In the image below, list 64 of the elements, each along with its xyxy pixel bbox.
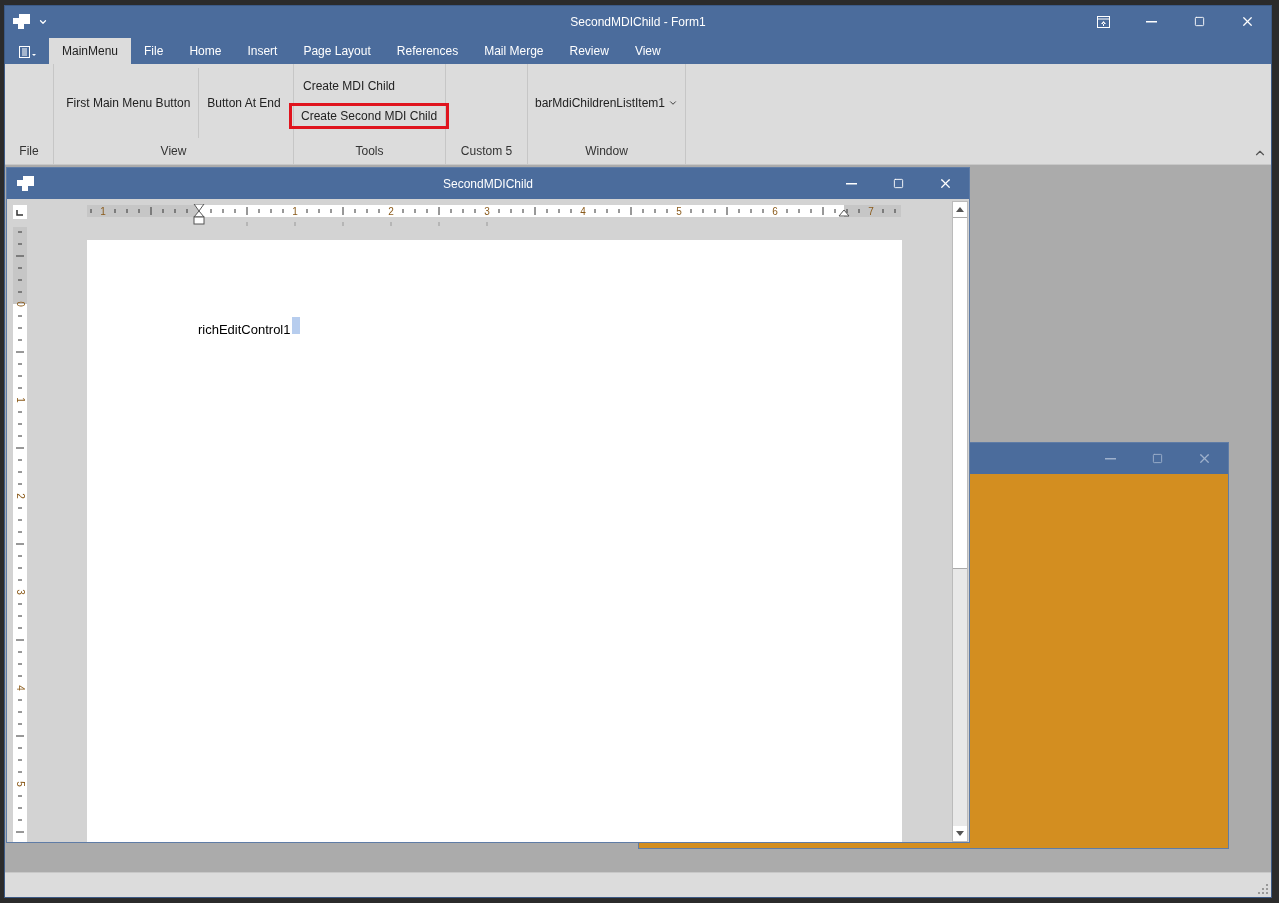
scroll-down-button[interactable]: [953, 826, 967, 841]
ribbon-group-label: Tools: [354, 143, 385, 160]
tab-stop-button[interactable]: [13, 205, 27, 219]
resize-grip-icon[interactable]: [1258, 884, 1268, 894]
scrollbar-track[interactable]: [952, 201, 968, 842]
ruler-number: 0: [15, 301, 27, 307]
ribbon-group-label: View: [159, 143, 188, 160]
window-title: SecondMDIChild - Form1: [569, 14, 707, 29]
horizontal-ruler[interactable]: 1 1 2 3 4 5 6 7: [87, 204, 901, 230]
menu-icon: [19, 46, 37, 58]
up-triangle-icon: [956, 207, 964, 212]
document-page[interactable]: richEditControl1: [87, 240, 902, 842]
ribbon-tab[interactable]: References: [383, 38, 472, 64]
ruler-number: 4: [580, 206, 586, 217]
document-text: richEditControl1: [198, 322, 291, 337]
ribbon-tab[interactable]: Mail Merge: [471, 38, 557, 64]
app-icon: [13, 13, 31, 30]
ribbon-group-label: Custom 5: [459, 143, 514, 160]
minimize-icon: [1105, 457, 1116, 460]
ruler-number: 5: [15, 781, 27, 787]
child-window-titlebar[interactable]: SecondMDIChild: [7, 168, 969, 199]
ruler-number: 1: [292, 206, 298, 217]
ribbon-button[interactable]: Create MDI Child: [294, 76, 405, 96]
indent-marker-icon[interactable]: [838, 209, 850, 217]
minimize-icon: [1145, 20, 1157, 23]
minimize-icon: [846, 182, 857, 185]
scrollbar-thumb[interactable]: [953, 217, 967, 569]
app-icon: [17, 175, 35, 192]
ribbon-display-icon: [1096, 15, 1110, 28]
ribbon-tab[interactable]: View: [621, 38, 674, 64]
child-window-title: SecondMDIChild: [441, 176, 534, 191]
close-icon: [938, 176, 953, 191]
maximize-icon: [1152, 453, 1163, 464]
vertical-ruler[interactable]: 0 1 2 3 4 5: [13, 227, 27, 842]
scroll-up-button[interactable]: [953, 202, 967, 217]
ribbon-tab[interactable]: Home: [176, 38, 235, 64]
text-selection: [291, 317, 300, 334]
ribbon-button[interactable]: First Main Menu Button: [58, 68, 200, 138]
ruler-number: 1: [100, 206, 106, 217]
ribbon-tab[interactable]: MainMenu: [49, 38, 132, 64]
ruler-number: 5: [676, 206, 682, 217]
ruler-number: 6: [772, 206, 778, 217]
ruler-number: 2: [15, 493, 27, 499]
ruler-number: 4: [15, 685, 27, 691]
ruler-number: 3: [484, 206, 490, 217]
maximize-icon: [1193, 16, 1205, 27]
ribbon-button[interactable]: Button At End: [199, 68, 289, 138]
close-icon: [1197, 451, 1212, 466]
maximize-icon: [893, 178, 904, 189]
indent-marker-icon[interactable]: [193, 204, 205, 225]
ribbon-group-label: Window: [584, 143, 629, 160]
ribbon-tab[interactable]: File: [131, 38, 177, 64]
ruler-number: 2: [388, 206, 394, 217]
chevron-down-icon: [668, 98, 679, 108]
ribbon-button[interactable]: Create Second MDI Child: [292, 106, 447, 126]
ribbon-tab[interactable]: Insert: [234, 38, 291, 64]
ribbon-tab[interactable]: Review: [556, 38, 622, 64]
ruler-number: 3: [15, 589, 27, 595]
ruler-number: 1: [15, 397, 27, 403]
ribbon-group-label: File: [18, 143, 40, 160]
down-triangle-icon: [956, 831, 964, 836]
ribbon-tab[interactable]: Page Layout: [290, 38, 384, 64]
ribbon-dropdown[interactable]: barMdiChildrenListItem1: [526, 68, 687, 138]
ruler-number: 7: [868, 206, 874, 217]
